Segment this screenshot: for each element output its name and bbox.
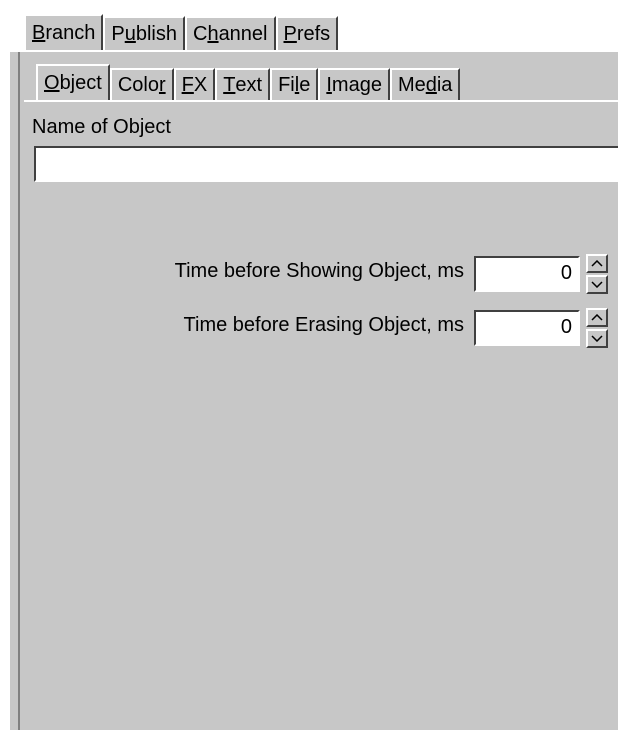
erase-time-row: Time before Erasing Object, ms 0 xyxy=(24,308,618,348)
tab-accelerator: P xyxy=(283,22,297,45)
show-time-spinner xyxy=(586,254,608,294)
tab-image[interactable]: Image xyxy=(318,68,390,100)
object-panel: Name of Object Time before Showing Objec… xyxy=(24,100,618,730)
tab-color[interactable]: Colo r xyxy=(109,68,174,100)
tab-label: ranch xyxy=(45,21,96,44)
window: Branch Pu blish Ch annel Prefs Object Colo… xyxy=(0,0,618,730)
tab-accelerator: d xyxy=(425,73,437,96)
erase-time-up-button[interactable] xyxy=(586,308,608,327)
tab-object[interactable]: Object xyxy=(36,64,110,100)
tab-label: Colo xyxy=(117,73,159,96)
tab-accelerator: u xyxy=(124,22,136,45)
tab-label: ext xyxy=(235,73,263,96)
chevron-up-icon xyxy=(591,260,603,267)
tab-label: Fi xyxy=(278,73,295,96)
tab-accelerator: F xyxy=(181,73,194,96)
tab-fx[interactable]: FX xyxy=(173,68,216,100)
tab-label: e xyxy=(299,73,311,96)
tab-accelerator: T xyxy=(223,73,236,96)
tab-accelerator: O xyxy=(44,71,60,94)
tab-branch[interactable]: Branch xyxy=(24,14,104,50)
panel-divider xyxy=(18,52,20,730)
tab-label: Me xyxy=(397,73,426,96)
tab-label: X xyxy=(193,73,208,96)
tab-label: blish xyxy=(135,22,177,45)
tab-label: ia xyxy=(436,73,453,96)
tab-prefs[interactable]: Prefs xyxy=(275,16,339,50)
tab-label: C xyxy=(192,22,208,45)
tab-media[interactable]: Me d ia xyxy=(389,68,461,100)
show-time-row: Time before Showing Object, ms 0 xyxy=(24,254,618,294)
tab-accelerator: B xyxy=(32,21,46,44)
tab-label: refs xyxy=(296,22,331,45)
show-time-label: Time before Showing Object, ms xyxy=(174,260,464,282)
chevron-down-icon xyxy=(591,281,603,288)
tab-accelerator: r xyxy=(158,73,166,96)
tab-label: P xyxy=(111,22,125,45)
tab-publish[interactable]: Pu blish xyxy=(103,16,185,50)
tab-accelerator: h xyxy=(207,22,219,45)
branch-panel: Object Colo r FX Text Fi l e Image Me d ia Na… xyxy=(8,50,618,730)
erase-time-label: Time before Erasing Object, ms xyxy=(183,314,464,336)
tab-channel[interactable]: Ch annel xyxy=(184,16,276,50)
erase-time-spinner xyxy=(586,308,608,348)
tab-label: mage xyxy=(331,73,382,96)
top-tabstrip: Branch Pu blish Ch annel Prefs xyxy=(24,14,339,50)
show-time-input[interactable]: 0 xyxy=(474,256,580,292)
name-of-object-input[interactable] xyxy=(34,146,618,182)
erase-time-input[interactable]: 0 xyxy=(474,310,580,346)
show-time-up-button[interactable] xyxy=(586,254,608,273)
tab-text[interactable]: Text xyxy=(215,68,271,100)
chevron-up-icon xyxy=(591,314,603,321)
tab-label: bject xyxy=(59,71,102,94)
erase-time-down-button[interactable] xyxy=(586,329,608,348)
tab-file[interactable]: Fi l e xyxy=(270,68,319,100)
sub-tabstrip: Object Colo r FX Text Fi l e Image Me d ia xyxy=(36,64,461,100)
name-of-object-label: Name of Object xyxy=(32,116,171,138)
chevron-down-icon xyxy=(591,335,603,342)
show-time-down-button[interactable] xyxy=(586,275,608,294)
tab-label: annel xyxy=(218,22,268,45)
